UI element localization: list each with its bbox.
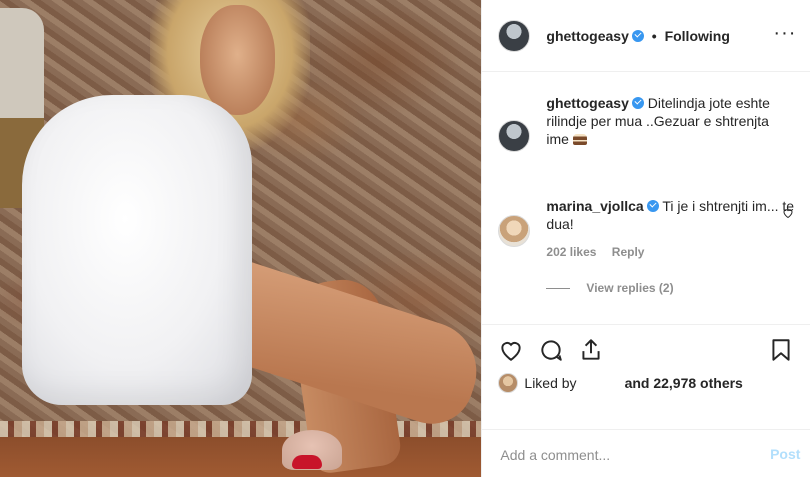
view-replies-button[interactable]: View replies (2): [546, 281, 674, 295]
comment-body: marina_vjollca Ti je i shtrenjti im... t…: [546, 197, 794, 261]
comment-item: marina_vjollca Ti je i shtrenjti im... t…: [498, 197, 794, 261]
caption-body: ghettogeasy Ditelindja jote eshte rilind…: [546, 94, 794, 148]
comment-likes[interactable]: 202 likes: [546, 245, 596, 259]
likes-summary: Liked by and 22,978 others: [498, 373, 743, 393]
post-side-panel: ghettogeasy • Following ··· ghettogeasy …: [481, 0, 810, 477]
liked-by-label: Liked by: [524, 375, 577, 391]
comment-icon[interactable]: [538, 337, 564, 363]
instagram-post: ghettogeasy • Following ··· ghettogeasy …: [0, 0, 810, 477]
author-avatar[interactable]: [498, 20, 531, 52]
cake-icon: [572, 134, 587, 145]
replies-line: [546, 288, 571, 290]
bookmark-icon[interactable]: [768, 337, 794, 363]
post-header: ghettogeasy • Following ···: [482, 0, 810, 72]
post-comment-button[interactable]: Post: [770, 446, 800, 462]
shirt-image-part: [22, 95, 252, 405]
more-icon[interactable]: ···: [773, 22, 796, 45]
commenter-avatar[interactable]: [498, 215, 531, 247]
likes-count[interactable]: and 22,978 others: [625, 375, 743, 391]
comment-username[interactable]: marina_vjollca: [546, 198, 643, 214]
comment-meta: 202 likes Reply: [546, 243, 794, 261]
caption-username[interactable]: ghettogeasy: [546, 95, 628, 111]
floor-image-part: [0, 437, 482, 477]
reply-button[interactable]: Reply: [612, 245, 645, 259]
post-photo[interactable]: [0, 0, 482, 477]
verified-icon: [631, 30, 644, 42]
add-comment-bar: Post: [482, 429, 810, 477]
share-icon[interactable]: [578, 337, 604, 363]
liker-avatar[interactable]: [498, 373, 519, 393]
verified-icon: [631, 97, 644, 109]
author-row: ghettogeasy • Following: [546, 28, 729, 44]
shoe-sole-image-part: [292, 455, 322, 469]
author-username[interactable]: ghettogeasy: [546, 28, 628, 44]
heart-icon[interactable]: [498, 337, 524, 363]
verified-icon: [646, 200, 659, 212]
post-actions: Liked by and 22,978 others: [482, 324, 810, 428]
comment-input[interactable]: [498, 443, 743, 467]
comment-heart-icon[interactable]: [782, 207, 794, 219]
following-button[interactable]: Following: [665, 28, 730, 44]
view-replies-label: View replies (2): [586, 281, 674, 295]
separator-dot: •: [651, 28, 657, 44]
face-image-part: [200, 5, 275, 115]
caption: ghettogeasy Ditelindja jote eshte rilind…: [498, 94, 794, 152]
caption-avatar[interactable]: [498, 120, 531, 152]
